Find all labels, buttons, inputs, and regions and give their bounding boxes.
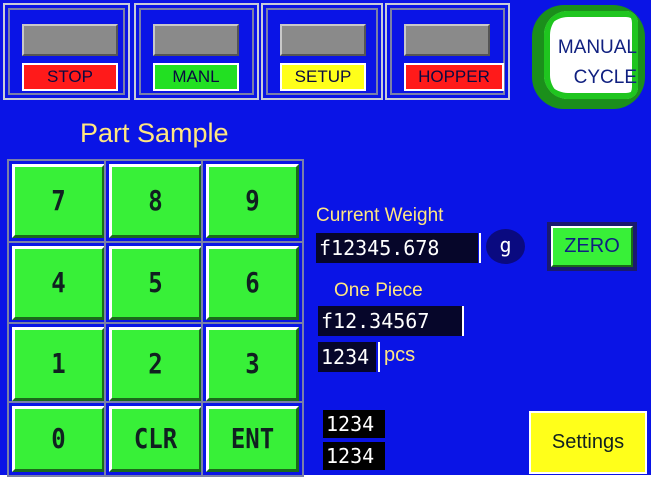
current-weight-label: Current Weight — [316, 205, 444, 226]
stop-status-lamp — [22, 24, 118, 56]
manual-cycle-button[interactable]: MANUAL CYCLE — [532, 5, 645, 109]
one-piece-weight-value[interactable]: f12.34567 — [318, 306, 462, 336]
key-label: CLR — [133, 422, 178, 456]
readout-2: 1234 — [323, 442, 385, 470]
key-4[interactable]: 4 — [12, 246, 105, 320]
setup-status-lamp — [280, 24, 366, 56]
key-label: 0 — [51, 422, 66, 456]
key-1[interactable]: 1 — [12, 327, 105, 401]
hopper-status-lamp — [404, 24, 490, 56]
one-piece-label: One Piece — [334, 280, 423, 301]
key-2[interactable]: 2 — [109, 327, 202, 401]
clear-key[interactable]: CLR — [109, 406, 202, 472]
enter-key[interactable]: ENT — [206, 406, 299, 472]
current-weight-cursor — [479, 233, 481, 263]
piece-count-cursor — [378, 342, 380, 372]
manual-cycle-label-line2: CYCLE — [573, 67, 637, 88]
key-label: 2 — [148, 347, 163, 381]
zero-button-label: ZERO — [551, 226, 633, 267]
stop-status-tile[interactable]: STOP — [3, 3, 130, 100]
readout-1: 1234 — [323, 410, 385, 438]
current-weight-value[interactable]: f12345.678 — [316, 233, 478, 263]
key-label: 5 — [148, 266, 163, 300]
key-3[interactable]: 3 — [206, 327, 299, 401]
key-label: 1 — [51, 347, 66, 381]
key-9[interactable]: 9 — [206, 164, 299, 238]
setup-status-tile[interactable]: SETUP — [261, 3, 383, 100]
manual-status-lamp — [153, 24, 239, 56]
key-label: 8 — [148, 184, 163, 218]
key-8[interactable]: 8 — [109, 164, 202, 238]
piece-count-value[interactable]: 1234 — [318, 342, 376, 372]
key-5[interactable]: 5 — [109, 246, 202, 320]
key-label: 6 — [245, 266, 260, 300]
key-label: 9 — [245, 184, 260, 218]
manual-cycle-label-line1: MANUAL — [557, 37, 637, 58]
page-title: Part Sample — [80, 118, 229, 148]
settings-button[interactable]: Settings — [529, 411, 647, 474]
key-label: 4 — [51, 266, 66, 300]
key-label: 7 — [51, 184, 66, 218]
key-6[interactable]: 6 — [206, 246, 299, 320]
piece-count-unit: pcs — [384, 344, 416, 366]
hopper-status-tile[interactable]: HOPPER — [385, 3, 510, 100]
zero-button[interactable]: ZERO — [547, 222, 637, 271]
key-7[interactable]: 7 — [12, 164, 105, 238]
setup-status-label: SETUP — [280, 63, 366, 91]
weight-unit-badge: g — [486, 229, 525, 264]
manual-status-label: MANL — [153, 63, 239, 91]
one-piece-cursor — [462, 306, 464, 336]
manual-status-tile[interactable]: MANL — [134, 3, 259, 100]
key-label: ENT — [230, 422, 275, 456]
hopper-status-label: HOPPER — [404, 63, 504, 91]
key-label: 3 — [245, 347, 260, 381]
hmi-screen: STOP MANL SETUP HOPPER MANUAL CYCLE Part… — [0, 0, 651, 475]
stop-status-label: STOP — [22, 63, 118, 91]
key-0[interactable]: 0 — [12, 406, 105, 472]
